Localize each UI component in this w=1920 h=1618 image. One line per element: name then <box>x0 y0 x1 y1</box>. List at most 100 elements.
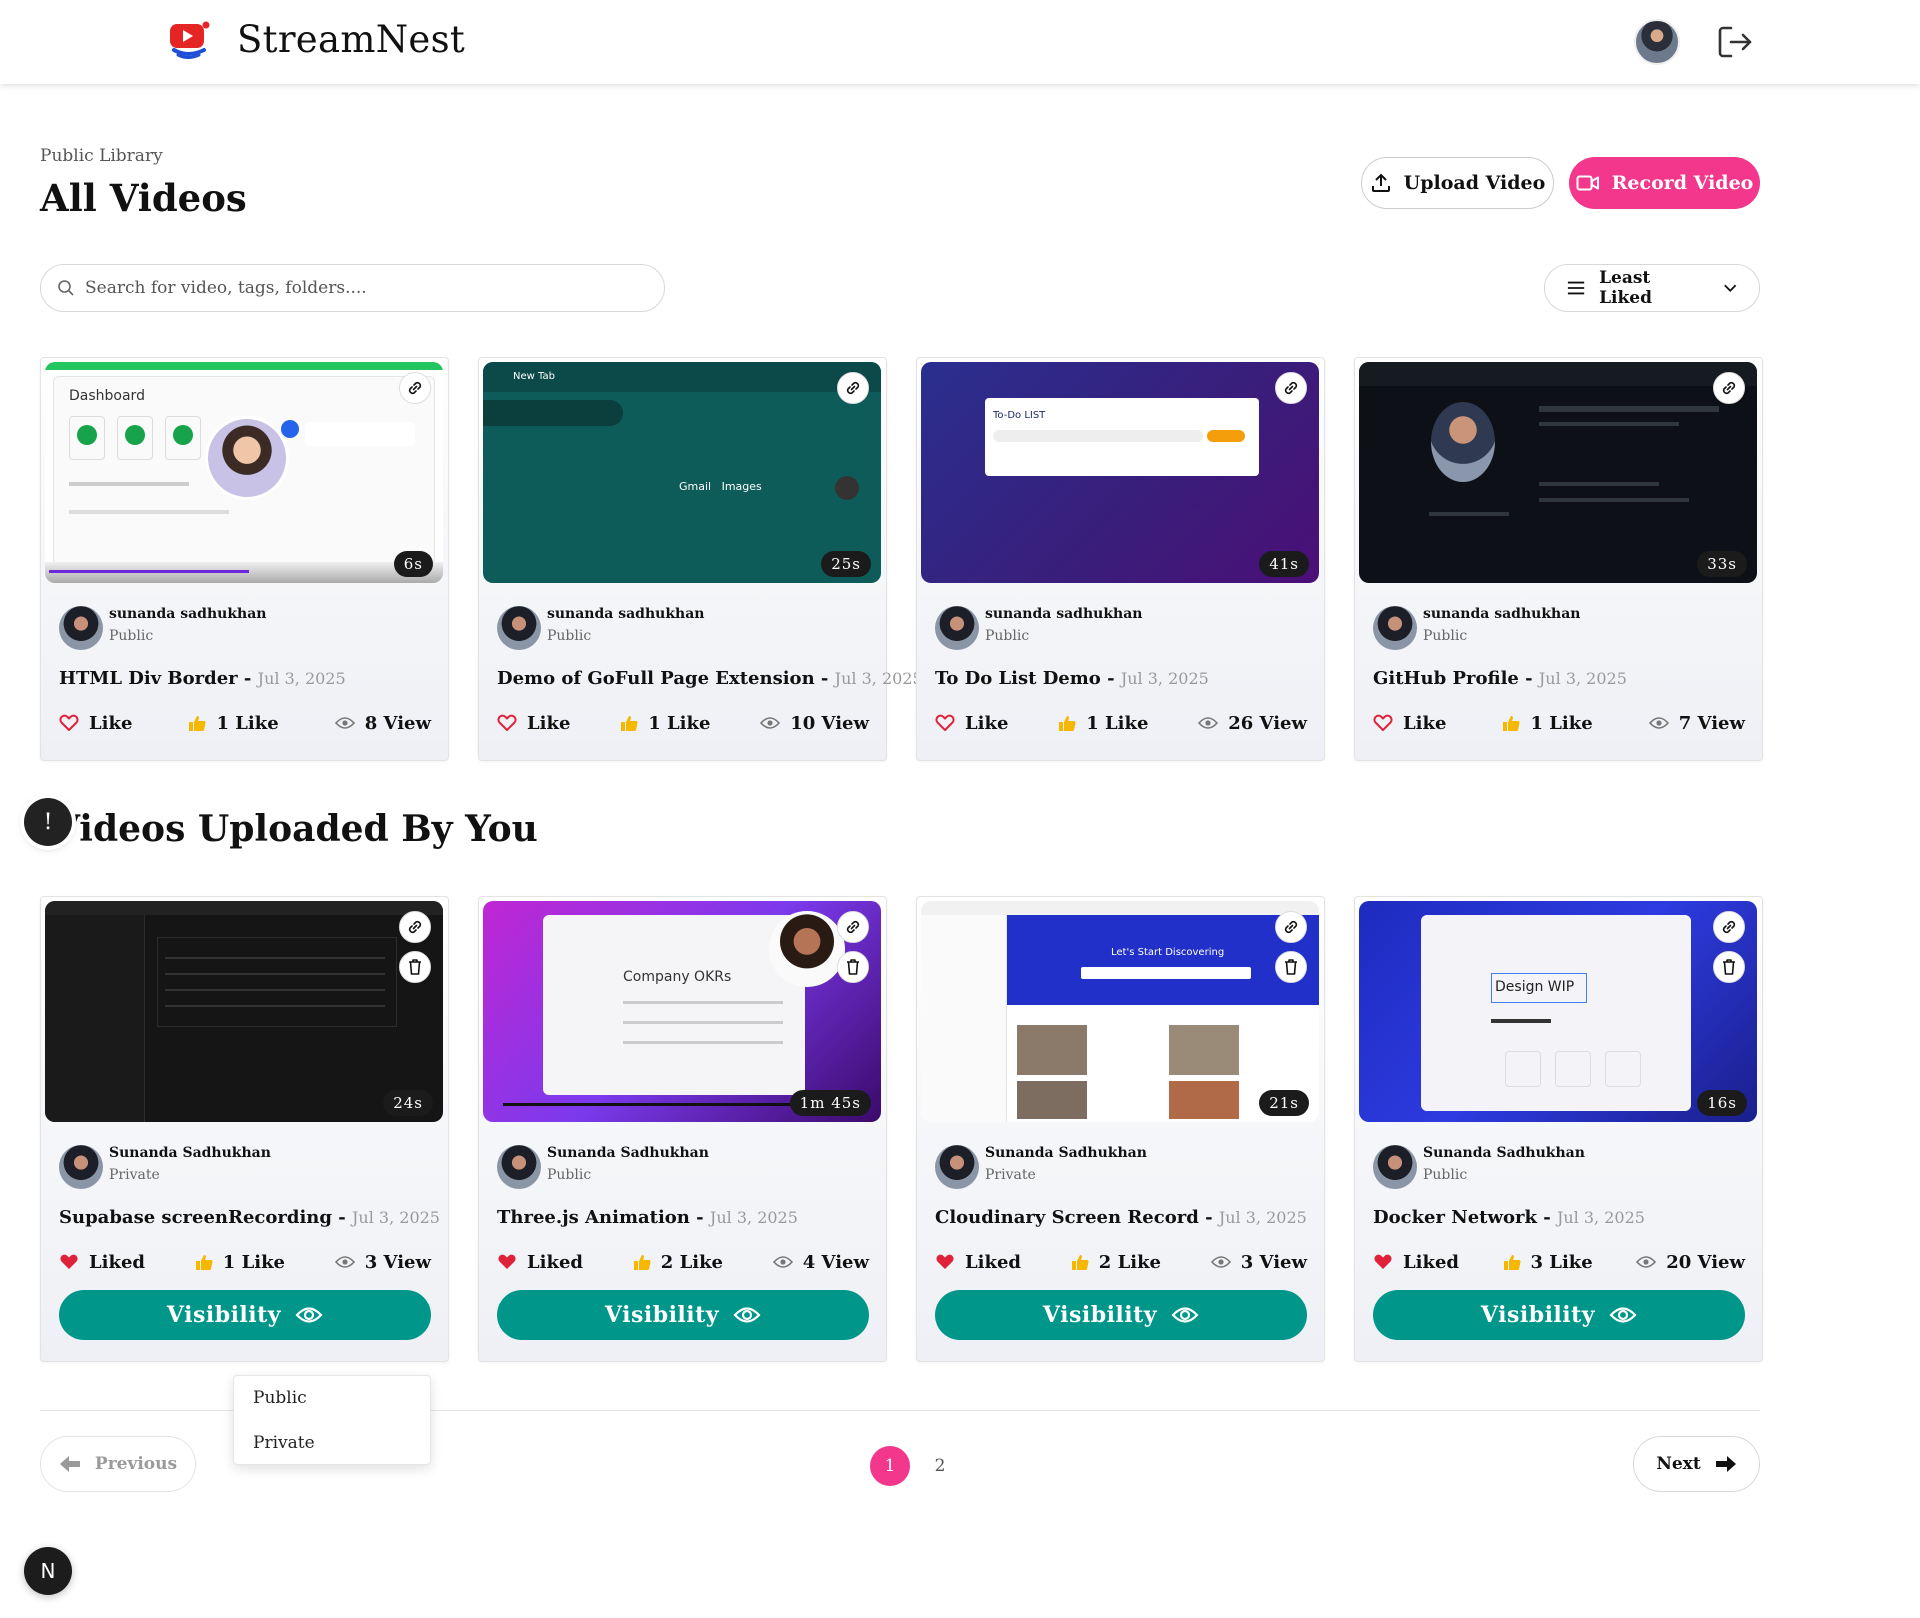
heart-outline-icon <box>935 714 955 731</box>
thumbs-up-icon <box>1503 716 1521 732</box>
delete-button[interactable] <box>837 951 869 983</box>
copy-link-button[interactable] <box>837 372 869 404</box>
liked-button[interactable]: Liked <box>497 1252 583 1273</box>
view-count: 7 View <box>1648 713 1745 734</box>
search-placeholder: Search for video, tags, folders.... <box>85 278 367 298</box>
upload-video-button[interactable]: Upload Video <box>1361 157 1554 209</box>
video-title[interactable]: GitHub Profile - Jul 3, 2025 <box>1373 668 1627 689</box>
video-thumbnail[interactable]: Let's Start Discovering 21s <box>921 901 1319 1122</box>
video-title[interactable]: To Do List Demo - Jul 3, 2025 <box>935 668 1209 689</box>
video-thumbnail[interactable]: 33s <box>1359 362 1757 583</box>
link-icon <box>408 920 422 934</box>
alert-fab-button[interactable]: ! <box>24 798 72 846</box>
streamnest-logo-icon[interactable] <box>168 20 212 60</box>
view-count: 8 View <box>334 713 431 734</box>
user-avatar[interactable] <box>1634 19 1680 65</box>
video-date: Jul 3, 2025 <box>1120 669 1209 688</box>
video-date: Jul 3, 2025 <box>351 1208 440 1227</box>
page-title: All Videos <box>40 176 247 220</box>
next-page-button[interactable]: Next <box>1633 1436 1760 1492</box>
video-title[interactable]: Three.js Animation - Jul 3, 2025 <box>497 1207 798 1228</box>
link-icon <box>1722 920 1736 934</box>
like-button[interactable]: Like <box>1373 713 1446 734</box>
owner-avatar <box>1373 606 1417 650</box>
video-title[interactable]: Cloudinary Screen Record - Jul 3, 2025 <box>935 1207 1307 1228</box>
video-title[interactable]: Demo of GoFull Page Extension - Jul 3, 2… <box>497 668 923 689</box>
video-thumbnail[interactable]: To-Do LIST 41s <box>921 362 1319 583</box>
copy-link-button[interactable] <box>1275 911 1307 943</box>
video-title[interactable]: Supabase screenRecording - Jul 3, 2025 <box>59 1207 440 1228</box>
like-button[interactable]: Like <box>497 713 570 734</box>
owner-visibility: Public <box>547 628 592 644</box>
copy-link-button[interactable] <box>837 911 869 943</box>
video-card[interactable]: To-Do LIST 41s sunanda sadhukhan Public … <box>916 357 1325 761</box>
duration-badge: 33s <box>1697 551 1747 577</box>
like-button[interactable]: Like <box>935 713 1008 734</box>
visibility-button[interactable]: Visibility <box>497 1290 869 1340</box>
owner-visibility: Private <box>109 1167 160 1183</box>
visibility-button[interactable]: Visibility <box>935 1290 1307 1340</box>
view-count: 20 View <box>1636 1252 1745 1273</box>
owner-name: sunanda sadhukhan <box>547 606 705 622</box>
my-video-card[interactable]: 24s Sunanda Sadhukhan Private Supabase s… <box>40 896 449 1362</box>
visibility-button[interactable]: Visibility <box>1373 1290 1745 1340</box>
video-title[interactable]: Docker Network - Jul 3, 2025 <box>1373 1207 1645 1228</box>
visibility-button[interactable]: Visibility <box>59 1290 431 1340</box>
my-video-card[interactable]: Company OKRs 1m 45s Sunanda Sadhukhan Pu… <box>478 896 887 1362</box>
video-card[interactable]: 33s sunanda sadhukhan Public GitHub Prof… <box>1354 357 1763 761</box>
duration-badge: 1m 45s <box>789 1090 871 1116</box>
thumbs-up-icon <box>189 716 207 732</box>
video-thumbnail[interactable]: Design WIP 16s <box>1359 901 1757 1122</box>
like-count: 2 Like <box>633 1252 723 1273</box>
owner-name: Sunanda Sadhukhan <box>1423 1145 1585 1161</box>
like-count: 3 Like <box>1503 1252 1593 1273</box>
copy-link-button[interactable] <box>399 911 431 943</box>
delete-button[interactable] <box>399 951 431 983</box>
copy-link-button[interactable] <box>399 372 431 404</box>
video-card[interactable]: New Tab Gmail Images 25s sunanda sadhukh… <box>478 357 923 761</box>
video-thumbnail[interactable]: New Tab Gmail Images 25s <box>483 362 881 583</box>
record-video-button[interactable]: Record Video <box>1569 157 1760 209</box>
brand-name[interactable]: StreamNest <box>237 18 465 61</box>
video-title[interactable]: HTML Div Border - Jul 3, 2025 <box>59 668 346 689</box>
my-video-card[interactable]: Let's Start Discovering 21s Sunanda Sadh… <box>916 896 1325 1362</box>
video-thumbnail[interactable]: 24s <box>45 901 443 1122</box>
duration-badge: 6s <box>393 551 433 577</box>
previous-page-button[interactable]: Previous <box>40 1436 196 1492</box>
delete-button[interactable] <box>1275 951 1307 983</box>
view-count: 3 View <box>1210 1252 1307 1273</box>
video-card[interactable]: Dashboard 6s sunanda sadhukhan Public HT… <box>40 357 449 761</box>
thumbs-up-icon <box>633 1255 651 1271</box>
top-nav: StreamNest <box>0 0 1920 84</box>
trash-icon <box>409 959 421 975</box>
visibility-option-private[interactable]: Private <box>253 1433 315 1453</box>
dev-tools-fab-button[interactable]: N <box>24 1547 72 1595</box>
menu-lines-icon <box>1567 281 1585 295</box>
page-1-button[interactable]: 1 <box>870 1446 910 1486</box>
sort-dropdown[interactable]: Least Liked <box>1544 264 1760 312</box>
video-date: Jul 3, 2025 <box>709 1208 798 1227</box>
search-input[interactable]: Search for video, tags, folders.... <box>40 264 665 312</box>
liked-button[interactable]: Liked <box>1373 1252 1459 1273</box>
liked-button[interactable]: Liked <box>59 1252 145 1273</box>
delete-button[interactable] <box>1713 951 1745 983</box>
owner-name: Sunanda Sadhukhan <box>985 1145 1147 1161</box>
copy-link-button[interactable] <box>1713 911 1745 943</box>
owner-visibility: Public <box>547 1167 592 1183</box>
heart-filled-icon <box>498 1254 516 1269</box>
my-video-card[interactable]: Design WIP 16s Sunanda Sadhukhan Public … <box>1354 896 1763 1362</box>
like-button[interactable]: Like <box>59 713 132 734</box>
record-video-label: Record Video <box>1611 172 1754 194</box>
page-2-button[interactable]: 2 <box>930 1446 950 1486</box>
heart-filled-icon <box>60 1254 78 1269</box>
copy-link-button[interactable] <box>1275 372 1307 404</box>
logout-icon[interactable] <box>1715 22 1755 62</box>
liked-button[interactable]: Liked <box>935 1252 1021 1273</box>
owner-avatar <box>1373 1145 1417 1189</box>
visibility-option-public[interactable]: Public <box>253 1388 307 1408</box>
copy-link-button[interactable] <box>1713 372 1745 404</box>
video-thumbnail[interactable]: Company OKRs 1m 45s <box>483 901 881 1122</box>
video-thumbnail[interactable]: Dashboard 6s <box>45 362 443 583</box>
trash-icon <box>847 959 859 975</box>
trash-icon <box>1285 959 1297 975</box>
